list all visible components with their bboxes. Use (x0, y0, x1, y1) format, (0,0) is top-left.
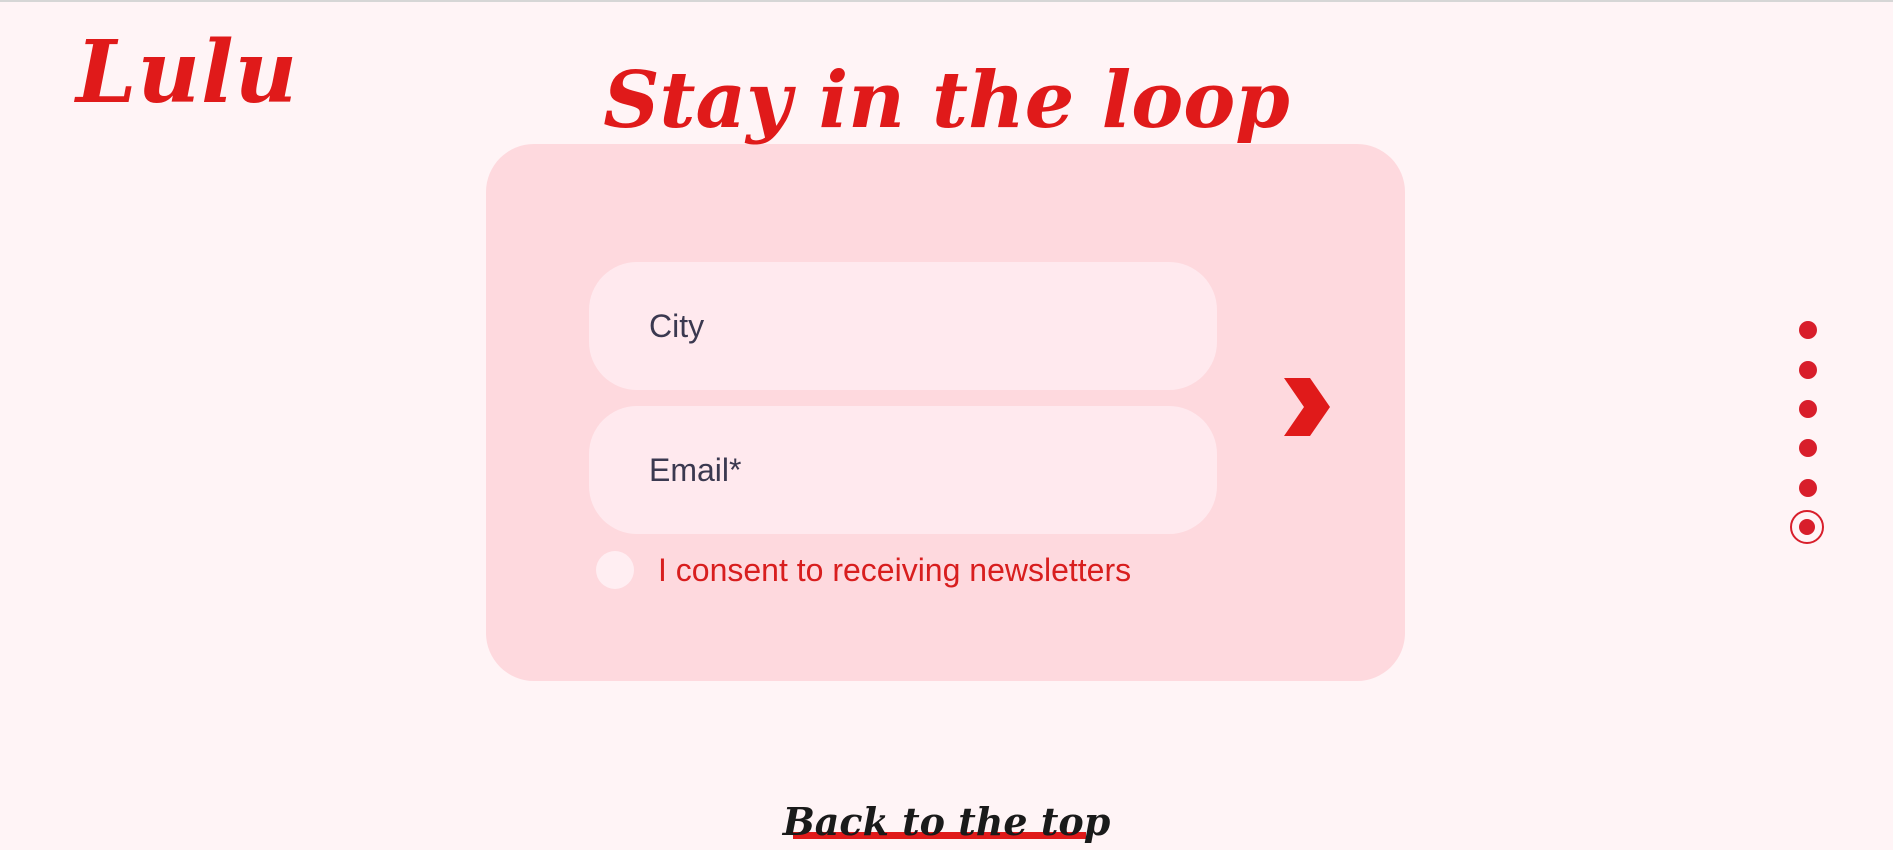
submit-button[interactable] (1270, 372, 1340, 442)
city-input[interactable] (589, 262, 1217, 390)
back-to-top-container: Back to the top (0, 800, 1893, 844)
active-dot-indicator (1799, 519, 1815, 535)
newsletter-form: I consent to receiving newsletters (486, 144, 1405, 681)
section-dot[interactable] (1799, 479, 1817, 497)
section-dot-nav (1790, 315, 1826, 555)
back-to-top-label: Back to the top (782, 799, 1111, 844)
page-title: Stay in the loop (603, 55, 1290, 146)
email-input[interactable] (589, 406, 1217, 534)
section-dot[interactable] (1799, 321, 1817, 339)
section-dot[interactable] (1799, 361, 1817, 379)
chevron-right-icon (1270, 372, 1340, 442)
consent-label: I consent to receiving newsletters (658, 551, 1132, 588)
back-to-top-link[interactable]: Back to the top (783, 800, 1111, 844)
section-dot[interactable] (1799, 400, 1817, 418)
section-dot-active[interactable] (1790, 510, 1824, 544)
top-divider (0, 0, 1893, 2)
section-dot[interactable] (1799, 439, 1817, 457)
consent-row[interactable]: I consent to receiving newsletters (596, 551, 1131, 589)
consent-checkbox[interactable] (596, 551, 634, 589)
